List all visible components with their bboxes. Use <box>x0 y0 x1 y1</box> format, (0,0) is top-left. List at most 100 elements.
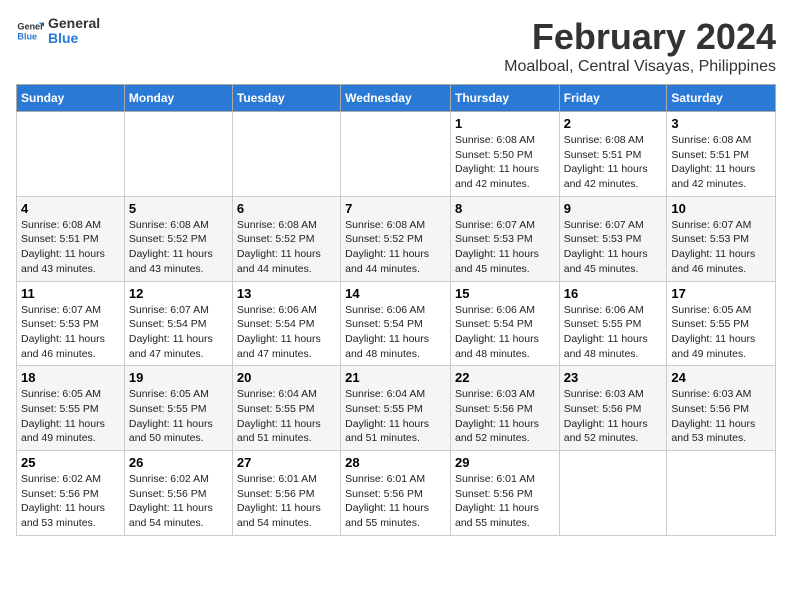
day-number: 18 <box>21 370 120 385</box>
header-monday: Monday <box>124 85 232 112</box>
day-info: Sunrise: 6:08 AM Sunset: 5:50 PM Dayligh… <box>455 133 555 192</box>
page-subtitle: Moalboal, Central Visayas, Philippines <box>504 58 776 76</box>
day-number: 24 <box>671 370 771 385</box>
calendar-cell: 26 Sunrise: 6:02 AM Sunset: 5:56 PM Dayli… <box>124 451 232 536</box>
day-number: 4 <box>21 201 120 216</box>
day-info: Sunrise: 6:03 AM Sunset: 5:56 PM Dayligh… <box>671 387 771 446</box>
day-info: Sunrise: 6:06 AM Sunset: 5:55 PM Dayligh… <box>564 303 663 362</box>
calendar-cell: 27 Sunrise: 6:01 AM Sunset: 5:56 PM Dayli… <box>232 451 340 536</box>
day-info: Sunrise: 6:05 AM Sunset: 5:55 PM Dayligh… <box>21 387 120 446</box>
calendar-cell: 29Sunrise: 6:01 AM Sunset: 5:56 PM Dayli… <box>450 451 559 536</box>
svg-text:Blue: Blue <box>17 32 37 42</box>
calendar-cell: 13Sunrise: 6:06 AM Sunset: 5:54 PM Dayli… <box>232 281 340 366</box>
day-number: 28 <box>345 455 446 470</box>
week-row-2: 4 Sunrise: 6:08 AM Sunset: 5:51 PM Daylig… <box>17 196 776 281</box>
day-number: 27 <box>237 455 336 470</box>
day-number: 3 <box>671 116 771 131</box>
day-info: Sunrise: 6:03 AM Sunset: 5:56 PM Dayligh… <box>564 387 663 446</box>
calendar-cell <box>124 112 232 197</box>
day-number: 5 <box>129 201 228 216</box>
page-title: February 2024 <box>504 16 776 58</box>
week-row-4: 18 Sunrise: 6:05 AM Sunset: 5:55 PM Dayli… <box>17 366 776 451</box>
day-info: Sunrise: 6:08 AM Sunset: 5:52 PM Dayligh… <box>129 218 228 277</box>
calendar-cell: 2 Sunrise: 6:08 AM Sunset: 5:51 PM Daylig… <box>559 112 667 197</box>
day-info: Sunrise: 6:04 AM Sunset: 5:55 PM Dayligh… <box>345 387 446 446</box>
day-info: Sunrise: 6:08 AM Sunset: 5:51 PM Dayligh… <box>21 218 120 277</box>
header-wednesday: Wednesday <box>341 85 451 112</box>
calendar-cell: 20Sunrise: 6:04 AM Sunset: 5:55 PM Dayli… <box>232 366 340 451</box>
day-info: Sunrise: 6:06 AM Sunset: 5:54 PM Dayligh… <box>345 303 446 362</box>
calendar-cell: 16Sunrise: 6:06 AM Sunset: 5:55 PM Dayli… <box>559 281 667 366</box>
calendar-cell: 14 Sunrise: 6:06 AM Sunset: 5:54 PM Dayli… <box>341 281 451 366</box>
day-number: 12 <box>129 286 228 301</box>
calendar-cell: 28 Sunrise: 6:01 AM Sunset: 5:56 PM Dayli… <box>341 451 451 536</box>
day-info: Sunrise: 6:07 AM Sunset: 5:53 PM Dayligh… <box>455 218 555 277</box>
calendar-cell: 12Sunrise: 6:07 AM Sunset: 5:54 PM Dayli… <box>124 281 232 366</box>
calendar-cell: 25 Sunrise: 6:02 AM Sunset: 5:56 PM Dayli… <box>17 451 125 536</box>
day-info: Sunrise: 6:08 AM Sunset: 5:51 PM Dayligh… <box>564 133 663 192</box>
day-info: Sunrise: 6:07 AM Sunset: 5:53 PM Dayligh… <box>671 218 771 277</box>
day-info: Sunrise: 6:06 AM Sunset: 5:54 PM Dayligh… <box>237 303 336 362</box>
calendar-cell: 3 Sunrise: 6:08 AM Sunset: 5:51 PM Daylig… <box>667 112 776 197</box>
day-info: Sunrise: 6:01 AM Sunset: 5:56 PM Dayligh… <box>455 472 555 531</box>
day-number: 21 <box>345 370 446 385</box>
calendar-cell: 23 Sunrise: 6:03 AM Sunset: 5:56 PM Dayli… <box>559 366 667 451</box>
day-info: Sunrise: 6:03 AM Sunset: 5:56 PM Dayligh… <box>455 387 555 446</box>
calendar-cell <box>667 451 776 536</box>
logo-line2: Blue <box>48 31 100 46</box>
day-info: Sunrise: 6:05 AM Sunset: 5:55 PM Dayligh… <box>671 303 771 362</box>
calendar-cell <box>341 112 451 197</box>
calendar-cell: 17 Sunrise: 6:05 AM Sunset: 5:55 PM Dayli… <box>667 281 776 366</box>
day-info: Sunrise: 6:04 AM Sunset: 5:55 PM Dayligh… <box>237 387 336 446</box>
calendar-cell: 11Sunrise: 6:07 AM Sunset: 5:53 PM Dayli… <box>17 281 125 366</box>
day-info: Sunrise: 6:01 AM Sunset: 5:56 PM Dayligh… <box>345 472 446 531</box>
calendar-cell: 5 Sunrise: 6:08 AM Sunset: 5:52 PM Daylig… <box>124 196 232 281</box>
day-number: 15 <box>455 286 555 301</box>
day-info: Sunrise: 6:05 AM Sunset: 5:55 PM Dayligh… <box>129 387 228 446</box>
day-info: Sunrise: 6:01 AM Sunset: 5:56 PM Dayligh… <box>237 472 336 531</box>
calendar-cell <box>559 451 667 536</box>
header-friday: Friday <box>559 85 667 112</box>
header-thursday: Thursday <box>450 85 559 112</box>
day-number: 10 <box>671 201 771 216</box>
day-number: 2 <box>564 116 663 131</box>
logo-line1: General <box>48 16 100 31</box>
day-number: 8 <box>455 201 555 216</box>
week-row-5: 25 Sunrise: 6:02 AM Sunset: 5:56 PM Dayli… <box>17 451 776 536</box>
day-number: 9 <box>564 201 663 216</box>
day-info: Sunrise: 6:06 AM Sunset: 5:54 PM Dayligh… <box>455 303 555 362</box>
day-number: 22 <box>455 370 555 385</box>
day-number: 6 <box>237 201 336 216</box>
day-info: Sunrise: 6:08 AM Sunset: 5:52 PM Dayligh… <box>237 218 336 277</box>
calendar-cell: 7 Sunrise: 6:08 AM Sunset: 5:52 PM Daylig… <box>341 196 451 281</box>
header-sunday: Sunday <box>17 85 125 112</box>
calendar-cell: 9 Sunrise: 6:07 AM Sunset: 5:53 PM Daylig… <box>559 196 667 281</box>
day-info: Sunrise: 6:08 AM Sunset: 5:52 PM Dayligh… <box>345 218 446 277</box>
calendar-cell <box>232 112 340 197</box>
day-info: Sunrise: 6:08 AM Sunset: 5:51 PM Dayligh… <box>671 133 771 192</box>
day-number: 19 <box>129 370 228 385</box>
calendar-cell: 19 Sunrise: 6:05 AM Sunset: 5:55 PM Dayli… <box>124 366 232 451</box>
day-info: Sunrise: 6:02 AM Sunset: 5:56 PM Dayligh… <box>129 472 228 531</box>
day-info: Sunrise: 6:07 AM Sunset: 5:53 PM Dayligh… <box>564 218 663 277</box>
day-number: 7 <box>345 201 446 216</box>
calendar-cell: 18 Sunrise: 6:05 AM Sunset: 5:55 PM Dayli… <box>17 366 125 451</box>
day-number: 26 <box>129 455 228 470</box>
day-number: 14 <box>345 286 446 301</box>
week-row-3: 11Sunrise: 6:07 AM Sunset: 5:53 PM Dayli… <box>17 281 776 366</box>
header-saturday: Saturday <box>667 85 776 112</box>
calendar-cell: 10 Sunrise: 6:07 AM Sunset: 5:53 PM Dayli… <box>667 196 776 281</box>
calendar-cell: 15 Sunrise: 6:06 AM Sunset: 5:54 PM Dayli… <box>450 281 559 366</box>
day-number: 1 <box>455 116 555 131</box>
title-section: February 2024 Moalboal, Central Visayas,… <box>504 16 776 76</box>
day-number: 23 <box>564 370 663 385</box>
day-info: Sunrise: 6:02 AM Sunset: 5:56 PM Dayligh… <box>21 472 120 531</box>
day-info: Sunrise: 6:07 AM Sunset: 5:53 PM Dayligh… <box>21 303 120 362</box>
calendar-cell: 1 Sunrise: 6:08 AM Sunset: 5:50 PM Daylig… <box>450 112 559 197</box>
calendar-cell: 6 Sunrise: 6:08 AM Sunset: 5:52 PM Daylig… <box>232 196 340 281</box>
day-number: 25 <box>21 455 120 470</box>
calendar-cell: 21 Sunrise: 6:04 AM Sunset: 5:55 PM Dayli… <box>341 366 451 451</box>
header: General Blue General Blue February 2024 … <box>16 16 776 76</box>
week-row-1: 1 Sunrise: 6:08 AM Sunset: 5:50 PM Daylig… <box>17 112 776 197</box>
day-number: 17 <box>671 286 771 301</box>
